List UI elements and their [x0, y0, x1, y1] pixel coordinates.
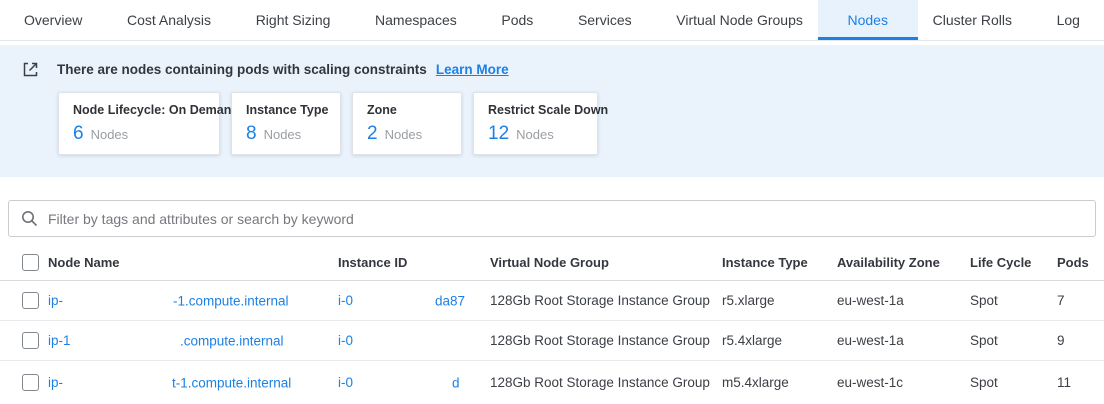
node-name-link[interactable]: ip-1	[48, 333, 71, 348]
tab-namespaces[interactable]: Namespaces	[375, 0, 457, 40]
availability-zone-cell: eu-west-1a	[837, 333, 970, 348]
tab-log[interactable]: Log	[1057, 0, 1080, 40]
row-checkbox[interactable]	[22, 374, 39, 391]
select-all-checkbox[interactable]	[22, 254, 39, 271]
table-header-row: Node Name Instance ID Virtual Node Group…	[0, 245, 1104, 281]
availability-zone-cell: eu-west-1c	[837, 375, 970, 390]
tab-right-sizing[interactable]: Right Sizing	[256, 0, 331, 40]
card-restrict-scale-down[interactable]: Restrict Scale Down 12 Nodes	[473, 92, 598, 155]
virtual-node-group-cell: 128Gb Root Storage Instance Group	[490, 293, 722, 308]
card-zone[interactable]: Zone 2 Nodes	[352, 92, 462, 155]
col-header-node-name: Node Name	[48, 255, 338, 270]
node-name-link[interactable]: ip-	[48, 375, 63, 390]
nodes-table: Node Name Instance ID Virtual Node Group…	[0, 245, 1104, 404]
nodes-page: Overview Cost Analysis Right Sizing Name…	[0, 0, 1104, 404]
card-unit: Nodes	[264, 127, 302, 142]
instance-type-cell: r5.xlarge	[722, 293, 837, 308]
tab-pods[interactable]: Pods	[501, 0, 533, 40]
instance-id-link[interactable]: i-0	[338, 333, 353, 348]
search-input[interactable]	[48, 211, 1083, 227]
tab-cluster-rolls[interactable]: Cluster Rolls	[933, 0, 1012, 40]
card-label: Instance Type	[246, 103, 326, 117]
instance-id-link[interactable]: i-0	[338, 375, 353, 390]
col-header-instance-id: Instance ID	[338, 255, 490, 270]
learn-more-link[interactable]: Learn More	[436, 62, 509, 77]
search-icon	[21, 210, 38, 227]
instance-type-cell: r5.4xlarge	[722, 333, 837, 348]
instance-type-cell: m5.4xlarge	[722, 375, 837, 390]
pods-cell: 9	[1057, 333, 1104, 348]
life-cycle-cell: Spot	[970, 375, 1057, 390]
card-value: 8	[246, 123, 257, 144]
life-cycle-cell: Spot	[970, 333, 1057, 348]
tab-nodes[interactable]: Nodes	[818, 0, 918, 40]
instance-id-link[interactable]: d	[452, 375, 460, 390]
instance-id-link[interactable]: i-0	[338, 293, 353, 308]
scale-up-icon	[22, 60, 40, 78]
availability-zone-cell: eu-west-1a	[837, 293, 970, 308]
card-value: 12	[488, 123, 509, 144]
card-unit: Nodes	[385, 127, 423, 142]
node-name-link[interactable]: -1.compute.internal	[173, 293, 289, 308]
banner-message: There are nodes containing pods with sca…	[57, 62, 427, 77]
life-cycle-cell: Spot	[970, 293, 1057, 308]
table-row: ip-1 .compute.internal i-0 128Gb Root St…	[0, 321, 1104, 361]
table-row: ip- t-1.compute.internal i-0 d 128Gb Roo…	[0, 361, 1104, 404]
col-header-availability-zone: Availability Zone	[837, 255, 970, 270]
card-value: 6	[73, 123, 84, 144]
card-node-lifecycle[interactable]: Node Lifecycle: On Demand 6 Nodes	[58, 92, 220, 155]
card-label: Node Lifecycle: On Demand	[73, 103, 205, 117]
card-label: Zone	[367, 103, 447, 117]
row-checkbox[interactable]	[22, 292, 39, 309]
col-header-virtual-node-group: Virtual Node Group	[490, 255, 722, 270]
filter-search-bar[interactable]	[8, 200, 1096, 237]
instance-id-link[interactable]: da87	[435, 293, 465, 308]
col-header-life-cycle: Life Cycle	[970, 255, 1057, 270]
tab-overview[interactable]: Overview	[24, 0, 82, 40]
tab-services[interactable]: Services	[578, 0, 632, 40]
virtual-node-group-cell: 128Gb Root Storage Instance Group	[490, 333, 722, 348]
tab-cost-analysis[interactable]: Cost Analysis	[127, 0, 211, 40]
node-name-link[interactable]: ip-	[48, 293, 63, 308]
pods-cell: 11	[1057, 375, 1104, 390]
scaling-constraints-banner: There are nodes containing pods with sca…	[0, 45, 1104, 177]
col-header-instance-type: Instance Type	[722, 255, 837, 270]
card-unit: Nodes	[516, 127, 554, 142]
virtual-node-group-cell: 128Gb Root Storage Instance Group	[490, 375, 722, 390]
row-checkbox[interactable]	[22, 332, 39, 349]
node-name-link[interactable]: t-1.compute.internal	[172, 375, 291, 390]
node-name-link[interactable]: .compute.internal	[180, 333, 284, 348]
constraint-summary-cards: Node Lifecycle: On Demand 6 Nodes Instanc…	[58, 92, 1104, 155]
pods-cell: 7	[1057, 293, 1104, 308]
tab-bar: Overview Cost Analysis Right Sizing Name…	[0, 0, 1104, 41]
table-row: ip- -1.compute.internal i-0 da87 128Gb R…	[0, 281, 1104, 321]
card-label: Restrict Scale Down	[488, 103, 583, 117]
card-unit: Nodes	[91, 127, 129, 142]
tab-virtual-node-groups[interactable]: Virtual Node Groups	[676, 0, 803, 40]
card-instance-type[interactable]: Instance Type 8 Nodes	[231, 92, 341, 155]
card-value: 2	[367, 123, 378, 144]
col-header-pods: Pods	[1057, 255, 1104, 270]
